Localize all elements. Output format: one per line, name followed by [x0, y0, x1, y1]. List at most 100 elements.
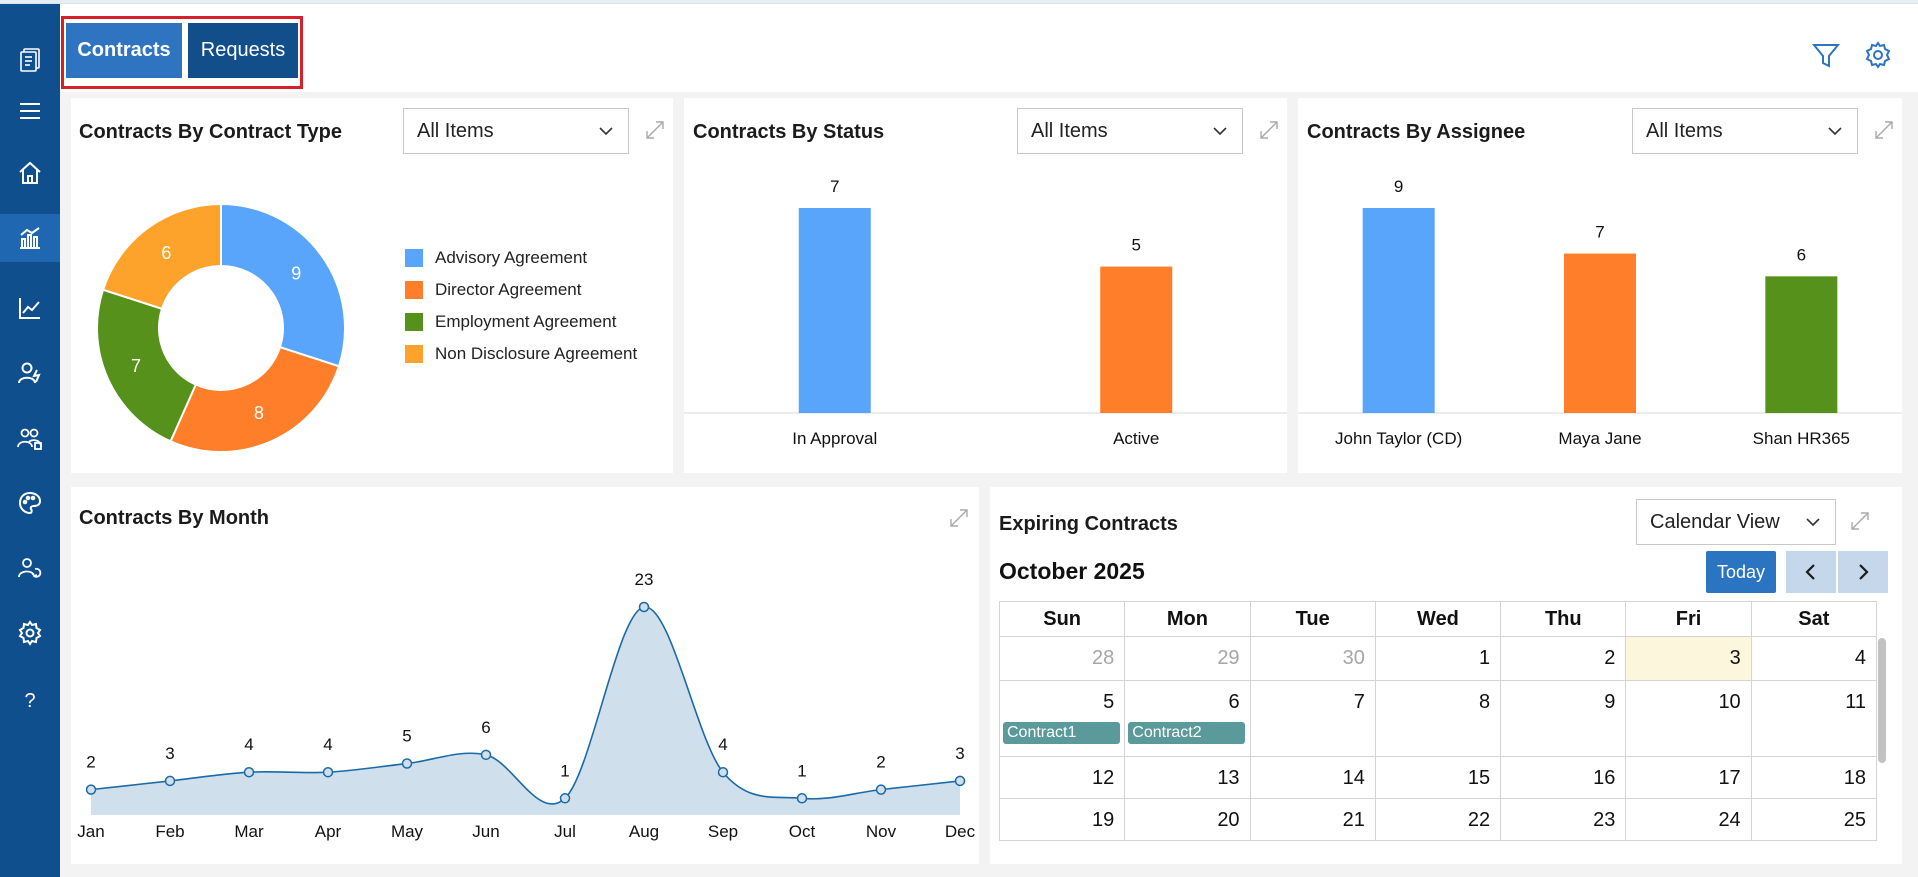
calendar-day[interactable]: 2	[1500, 636, 1627, 681]
users-group-icon	[17, 428, 42, 450]
pie-slice[interactable]	[169, 345, 341, 453]
calendar-event[interactable]: Contract2	[1128, 722, 1246, 744]
calendar-day[interactable]: 28	[998, 636, 1126, 681]
calendar-day[interactable]: 21	[1249, 798, 1376, 841]
expand-icon[interactable]	[1257, 118, 1281, 142]
expand-icon[interactable]	[1848, 509, 1872, 533]
sidebar-item-settings[interactable]	[0, 609, 60, 657]
calendar-day[interactable]: 1	[1374, 636, 1502, 681]
sidebar-item-user-activity[interactable]	[0, 349, 60, 397]
calendar-event[interactable]: Contract1	[1003, 722, 1120, 744]
legend-item[interactable]: Employment Agreement	[405, 312, 616, 332]
calendar-day[interactable]: 16	[1500, 756, 1627, 799]
legend-item[interactable]: Advisory Agreement	[405, 248, 587, 268]
data-point[interactable]	[954, 775, 966, 787]
chevron-down-icon	[1806, 518, 1820, 527]
pie-slice[interactable]	[220, 202, 346, 368]
month-area-chart: 2Jan3Feb4Mar4Apr5May6Jun1Jul23Aug4Sep1Oc…	[77, 570, 975, 841]
pie-slice[interactable]	[96, 288, 198, 443]
bar[interactable]	[1362, 208, 1435, 413]
weekday-header: Thu	[1500, 601, 1627, 637]
data-point[interactable]	[717, 766, 729, 778]
expand-icon[interactable]	[947, 506, 971, 530]
expand-icon[interactable]	[1872, 118, 1896, 142]
tab-contracts[interactable]: Contracts	[66, 23, 182, 78]
sidebar-item-home[interactable]	[0, 149, 60, 197]
calendar-day[interactable]: 14	[1249, 756, 1376, 799]
sidebar-item-user-sync[interactable]	[0, 544, 60, 592]
calendar-day[interactable]: 12	[998, 756, 1126, 799]
chevron-left-icon	[1805, 564, 1815, 580]
card-title: Contracts By Assignee	[1307, 121, 1526, 143]
sidebar-item-themes[interactable]	[0, 479, 60, 527]
calendar-day[interactable]: 15	[1374, 756, 1502, 799]
help-icon: ?	[24, 690, 35, 712]
day-number: 17	[1718, 767, 1741, 789]
calendar-scrollbar[interactable]	[1878, 638, 1886, 763]
contract-type-filter-select[interactable]: All Items	[403, 108, 629, 154]
sidebar-item-help[interactable]: ?	[0, 676, 60, 724]
day-number: 2	[1604, 647, 1616, 669]
calendar-day[interactable]: 13	[1124, 756, 1251, 799]
status-filter-select[interactable]: All Items	[1017, 108, 1243, 154]
day-number: 22	[1467, 809, 1491, 831]
calendar-day[interactable]: 9	[1500, 680, 1627, 757]
chevron-down-icon	[1213, 127, 1227, 136]
calendar-day[interactable]: 18	[1750, 756, 1878, 799]
filter-icon[interactable]	[1811, 40, 1841, 70]
tab-requests[interactable]: Requests	[188, 23, 298, 78]
data-point[interactable]	[164, 775, 176, 787]
menu-toggle[interactable]	[0, 87, 60, 135]
data-point[interactable]	[559, 793, 571, 804]
calendar-day[interactable]: 19	[998, 798, 1126, 841]
sidebar-item-reports[interactable]	[0, 284, 60, 332]
calendar-day[interactable]: 4	[1750, 636, 1878, 681]
data-point[interactable]	[480, 749, 492, 761]
calendar-day[interactable]: 7	[1249, 680, 1376, 757]
calendar-day[interactable]: 10	[1625, 680, 1752, 757]
expand-icon[interactable]	[643, 118, 667, 142]
data-point[interactable]	[243, 766, 255, 778]
calendar-day[interactable]: 24	[1625, 798, 1752, 841]
data-point[interactable]	[875, 784, 887, 795]
day-number: 25	[1843, 809, 1866, 831]
calendar-day[interactable]: 30	[1249, 636, 1376, 681]
calendar-day[interactable]: 20	[1124, 798, 1251, 841]
day-number: 6	[1228, 691, 1240, 713]
bar[interactable]	[1765, 276, 1838, 413]
data-point[interactable]	[796, 793, 808, 804]
calendar-day[interactable]: 17	[1625, 756, 1752, 799]
day-number: 9	[1604, 691, 1616, 713]
select-value: All Items	[1031, 119, 1108, 142]
legend-item[interactable]: Director Agreement	[405, 280, 581, 300]
card-assignee: Contracts By Assignee All Items 9 John Ta…	[1298, 98, 1902, 473]
svg-text:?: ?	[24, 690, 35, 712]
bar[interactable]	[1564, 253, 1636, 413]
gear-icon[interactable]	[1863, 40, 1893, 70]
calendar-month-title: October 2025	[999, 558, 1145, 584]
data-point[interactable]	[401, 758, 413, 769]
bar[interactable]	[798, 208, 871, 413]
sidebar-item-dashboard[interactable]	[0, 214, 60, 262]
assignee-filter-select[interactable]: All Items	[1632, 108, 1858, 154]
data-point[interactable]	[638, 601, 650, 613]
prev-month-button[interactable]	[1786, 551, 1836, 593]
calendar-day-today[interactable]: 3	[1625, 636, 1752, 681]
sidebar-item-users[interactable]	[0, 414, 60, 462]
calendar-day[interactable]: 5 Contract1	[998, 680, 1126, 757]
calendar-day[interactable]: 6 Contract2	[1124, 680, 1251, 757]
app-logo[interactable]	[0, 35, 60, 83]
today-button[interactable]: Today	[1706, 551, 1776, 593]
legend-item[interactable]: Non Disclosure Agreement	[405, 344, 637, 364]
data-point[interactable]	[85, 784, 97, 795]
calendar-day[interactable]: 25	[1750, 798, 1878, 841]
view-mode-select[interactable]: Calendar View	[1636, 499, 1836, 545]
next-month-button[interactable]	[1838, 551, 1888, 593]
calendar-day[interactable]: 29	[1124, 636, 1251, 681]
calendar-day[interactable]: 23	[1500, 798, 1627, 841]
calendar-day[interactable]: 22	[1374, 798, 1502, 841]
calendar-day[interactable]: 8	[1374, 680, 1502, 757]
bar[interactable]	[1100, 266, 1173, 413]
calendar-day[interactable]: 11	[1750, 680, 1878, 757]
data-point[interactable]	[322, 766, 334, 778]
